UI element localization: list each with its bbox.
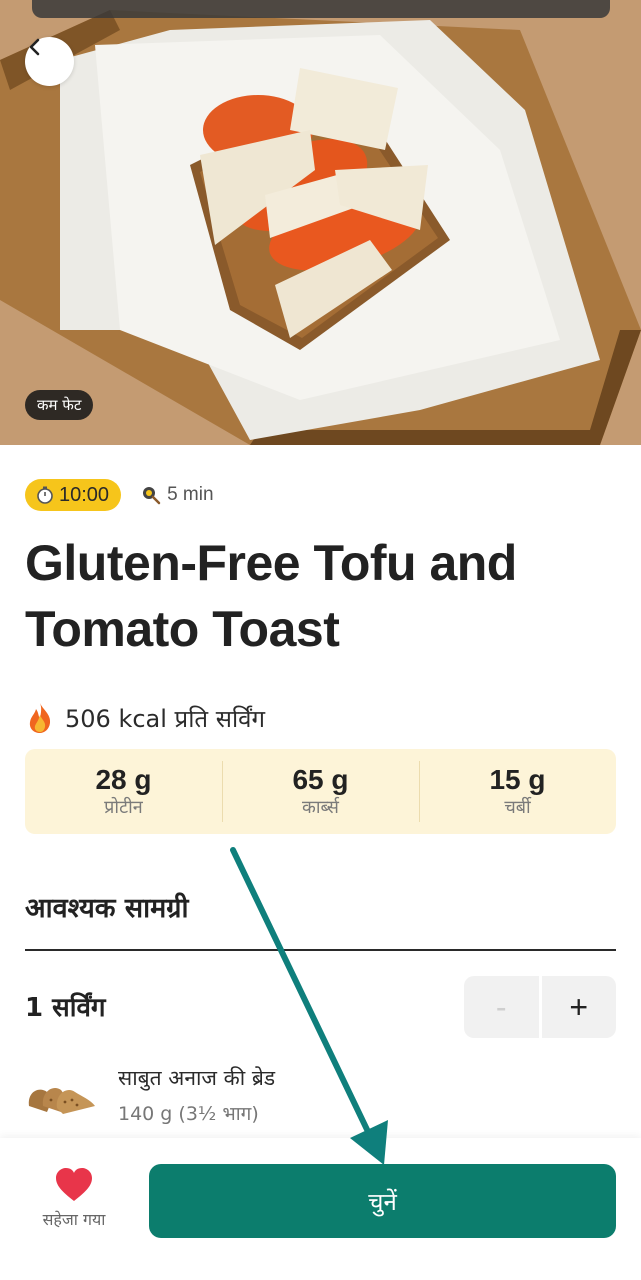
frying-pan-icon xyxy=(141,485,161,505)
macro-value: 15 g xyxy=(489,763,546,795)
stopwatch-icon xyxy=(35,485,55,505)
save-button[interactable]: सहेजा गया xyxy=(22,1168,126,1230)
macro-protein: 28 g प्रोटीन xyxy=(25,749,222,834)
top-status-strip xyxy=(32,0,610,18)
macro-label: कार्ब्स xyxy=(302,796,339,818)
diet-tag: कम फेट xyxy=(25,390,94,420)
ingredient-name: साबुत अनाज की ब्रेड xyxy=(118,1066,276,1090)
timer-badge: 10:00 xyxy=(25,479,122,511)
back-button[interactable] xyxy=(25,37,74,86)
recipe-meta-row: 10:00 5 min xyxy=(25,479,214,511)
ingredient-item[interactable]: साबुत अनाज की ब्रेड 140 g (3½ भाग) xyxy=(25,1062,616,1132)
macro-fat: 15 g चर्बी xyxy=(419,749,616,834)
increase-servings-button[interactable]: + xyxy=(541,976,616,1038)
timer-value: 10:00 xyxy=(59,483,110,506)
decrease-servings-button[interactable]: - xyxy=(464,976,539,1038)
servings-stepper: - + xyxy=(464,976,616,1038)
ingredient-quantity: 140 g (3½ भाग) xyxy=(118,1103,259,1125)
servings-label: 1 सर्विंग xyxy=(25,993,106,1023)
fire-icon xyxy=(25,702,55,734)
recipe-hero-image: कम फेट xyxy=(0,0,641,445)
macro-carbs: 65 g कार्ब्स xyxy=(222,749,419,834)
bottom-action-bar: सहेजा गया चुनें xyxy=(0,1138,641,1280)
calories-row: 506 kcal प्रति सर्विंग xyxy=(25,701,265,735)
ingredients-heading: आवश्यक सामग्री xyxy=(25,893,189,924)
section-divider xyxy=(25,949,616,951)
save-label: सहेजा गया xyxy=(42,1210,106,1229)
bread-icon xyxy=(25,1076,97,1121)
macro-value: 28 g xyxy=(95,763,152,795)
prep-time: 5 min xyxy=(141,484,214,506)
hero-photo xyxy=(0,0,641,445)
heart-icon xyxy=(55,1168,93,1202)
macro-label: चर्बी xyxy=(504,796,531,818)
macros-panel: 28 g प्रोटीन 65 g कार्ब्स 15 g चर्बी xyxy=(25,749,616,834)
macro-label: प्रोटीन xyxy=(104,796,143,818)
macro-value: 65 g xyxy=(292,763,349,795)
prep-time-value: 5 min xyxy=(167,484,214,505)
recipe-title: Gluten-Free Tofu and Tomato Toast xyxy=(25,535,517,657)
choose-button[interactable]: चुनें xyxy=(149,1164,616,1238)
calories-text: 506 kcal प्रति सर्विंग xyxy=(65,704,266,733)
